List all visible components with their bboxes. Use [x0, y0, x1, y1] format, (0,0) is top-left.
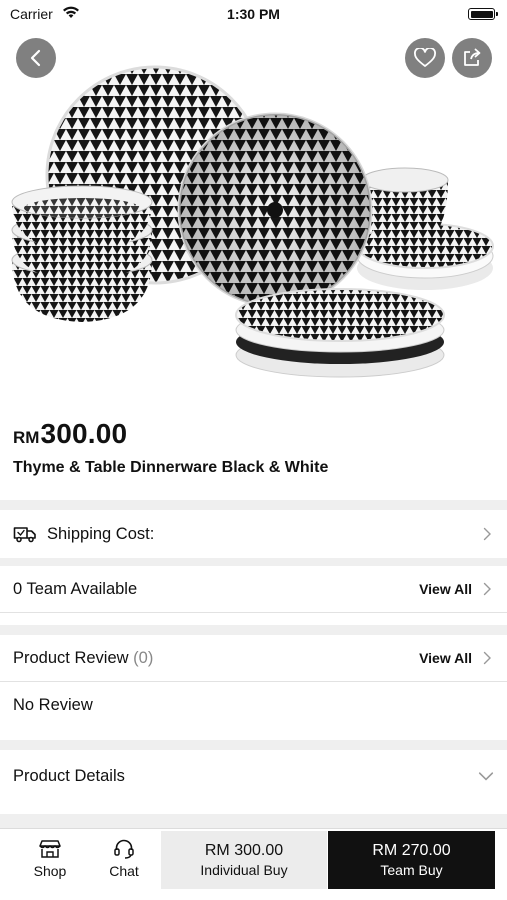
chat-tab[interactable]: Chat: [98, 835, 150, 885]
product-image: [0, 30, 507, 390]
chevron-left-icon: [30, 49, 41, 67]
chevron-right-icon: [483, 527, 491, 541]
section-divider: [0, 558, 507, 566]
price-amount: 300.00: [40, 418, 128, 449]
team-available-row[interactable]: 0 Team Available View All: [0, 566, 507, 612]
bottom-action-bar: Shop Chat RM 300.00 Individual Buy RM 27…: [0, 828, 507, 900]
share-icon: [464, 48, 481, 66]
individual-buy-button[interactable]: RM 300.00 Individual Buy: [161, 831, 327, 889]
product-price: RM 300.00: [13, 418, 127, 450]
section-divider: [0, 740, 507, 750]
review-count: (0): [133, 648, 154, 667]
back-button[interactable]: [16, 38, 56, 78]
section-divider: [0, 814, 507, 828]
share-button[interactable]: [452, 38, 492, 78]
team-buy-price: RM 270.00: [372, 842, 451, 859]
truck-icon: [13, 527, 36, 543]
shipping-cost-row[interactable]: Shipping Cost:: [0, 510, 507, 558]
product-title: Thyme & Table Dinnerware Black & White: [13, 459, 329, 476]
product-review-row[interactable]: Product Review (0) View All: [0, 635, 507, 681]
no-review-text: No Review: [13, 695, 93, 714]
chevron-right-icon: [483, 651, 491, 665]
divider: [0, 612, 507, 613]
chevron-down-icon: [478, 772, 494, 781]
heart-icon: [414, 48, 436, 67]
individual-buy-label: Individual Buy: [200, 862, 288, 878]
section-divider: [0, 625, 507, 635]
shop-label: Shop: [33, 863, 67, 879]
product-review-label: Product Review: [13, 648, 129, 667]
product-details-row[interactable]: Product Details: [0, 750, 507, 802]
team-available-label: 0 Team Available: [13, 579, 138, 598]
team-buy-label: Team Buy: [380, 862, 443, 878]
battery-icon: [468, 8, 498, 20]
favorite-button[interactable]: [405, 38, 445, 78]
review-view-all-link[interactable]: View All: [419, 650, 472, 666]
headset-icon: [114, 839, 134, 859]
status-time: 1:30 PM: [227, 6, 280, 22]
chat-label: Chat: [109, 863, 139, 879]
shipping-cost-label: Shipping Cost:: [47, 524, 155, 543]
chevron-right-icon: [483, 582, 491, 596]
status-bar: Carrier 1:30 PM: [0, 0, 507, 28]
product-details-label: Product Details: [13, 766, 125, 785]
team-buy-button[interactable]: RM 270.00 Team Buy: [328, 831, 495, 889]
price-currency: RM: [13, 428, 40, 447]
individual-buy-price: RM 300.00: [204, 842, 284, 859]
team-view-all-link[interactable]: View All: [419, 581, 472, 597]
no-review-row: No Review: [0, 682, 507, 728]
store-icon: [39, 840, 61, 858]
shop-tab[interactable]: Shop: [24, 835, 76, 885]
section-divider: [0, 500, 507, 510]
